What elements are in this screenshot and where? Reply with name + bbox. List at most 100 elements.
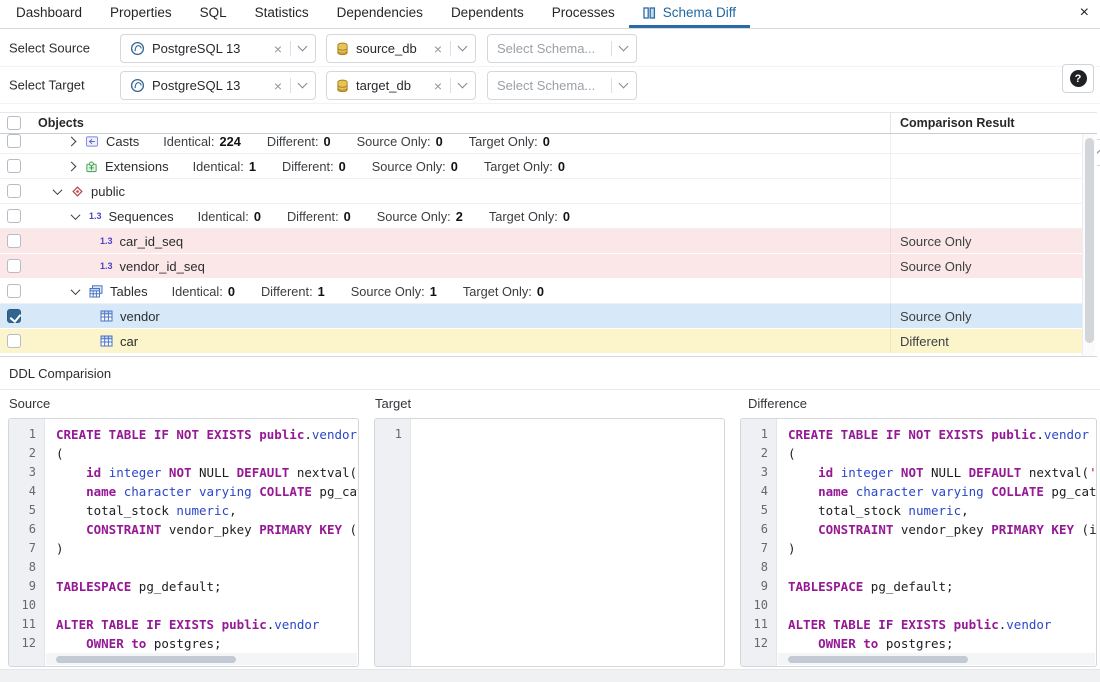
- expand-chevron-down-icon[interactable]: [53, 185, 63, 195]
- clear-icon[interactable]: ×: [434, 42, 442, 56]
- tab-list: Dashboard Properties SQL Statistics Dependen…: [2, 0, 750, 28]
- expand-chevron-down-icon[interactable]: [71, 285, 81, 295]
- source-database-select[interactable]: source_db ×: [326, 34, 476, 63]
- clear-icon[interactable]: ×: [274, 79, 282, 93]
- source-schema-select[interactable]: Select Schema...: [487, 34, 637, 63]
- line-number: 11: [741, 615, 776, 634]
- grid-row-vendor[interactable]: vendorSource Only: [0, 304, 1082, 329]
- difference-ddl-editor[interactable]: 123456789101112CREATE TABLE IF NOT EXIST…: [740, 418, 1097, 667]
- tab-label: SQL: [200, 5, 227, 20]
- grid-row-car[interactable]: carDifferent: [0, 329, 1082, 354]
- line-number: 6: [741, 520, 776, 539]
- comparison-result-cell: Different: [890, 329, 1082, 353]
- target-schema-select[interactable]: Select Schema...: [487, 71, 637, 100]
- line-number: 1: [9, 425, 44, 444]
- comparison-counts: Identical:0Different:0Source Only:2Targe…: [198, 209, 570, 224]
- count-source-only: Source Only:1: [351, 284, 437, 299]
- count-target-only: Target Only:0: [489, 209, 570, 224]
- row-checkbox[interactable]: [7, 234, 21, 248]
- line-number: 5: [9, 501, 44, 520]
- tab-properties[interactable]: Properties: [96, 0, 186, 28]
- chevron-down-icon[interactable]: [619, 79, 629, 89]
- divider: [290, 41, 291, 56]
- column-header-objects: Objects: [28, 116, 890, 130]
- grid-row-casts[interactable]: CastsIdentical:224Different:0Source Only…: [0, 134, 1082, 154]
- row-checkbox[interactable]: [7, 134, 21, 148]
- code-line: OWNER to postgres;: [56, 634, 358, 653]
- tab-dependencies[interactable]: Dependencies: [323, 0, 437, 28]
- code-line: TABLESPACE pg_default;: [56, 577, 358, 596]
- tab-dashboard[interactable]: Dashboard: [2, 0, 96, 28]
- scrollbar-thumb[interactable]: [1085, 138, 1094, 343]
- tab-sql[interactable]: SQL: [186, 0, 241, 28]
- grid-row-tables[interactable]: TablesIdentical:0Different:1Source Only:…: [0, 279, 1082, 304]
- row-checkbox[interactable]: [7, 209, 21, 223]
- code-line: [56, 596, 358, 615]
- row-checkbox[interactable]: [7, 159, 21, 173]
- tab-processes[interactable]: Processes: [538, 0, 629, 28]
- row-checkbox[interactable]: [7, 284, 21, 298]
- source-server-select[interactable]: PostgreSQL 13 ×: [120, 34, 316, 63]
- line-number: 7: [741, 539, 776, 558]
- clear-icon[interactable]: ×: [434, 79, 442, 93]
- scrollbar-thumb[interactable]: [788, 656, 968, 663]
- chevron-down-icon[interactable]: [619, 42, 629, 52]
- close-icon[interactable]: ×: [1080, 5, 1089, 21]
- code-area[interactable]: CREATE TABLE IF NOT EXISTS public.vendor…: [46, 419, 358, 666]
- tab-dependents[interactable]: Dependents: [437, 0, 538, 28]
- tab-statistics[interactable]: Statistics: [241, 0, 323, 28]
- code-line: CONSTRAINT vendor_pkey PRIMARY KEY (i: [788, 520, 1096, 539]
- node-label: Sequences: [109, 209, 174, 224]
- divider: [450, 78, 451, 93]
- table-icon: [100, 335, 113, 347]
- grid-header: Objects Comparison Result: [0, 113, 1097, 134]
- target-database-select[interactable]: target_db ×: [326, 71, 476, 100]
- target-pane-label: Target: [375, 396, 411, 411]
- count-different: Different:0: [282, 159, 346, 174]
- grid-row-extensions[interactable]: ExtensionsIdentical:1Different:0Source O…: [0, 154, 1082, 179]
- chevron-down-icon[interactable]: [298, 79, 308, 89]
- row-checkbox[interactable]: [7, 184, 21, 198]
- line-number: 1: [375, 425, 410, 444]
- target-server-select[interactable]: PostgreSQL 13 ×: [120, 71, 316, 100]
- code-area[interactable]: CREATE TABLE IF NOT EXISTS public.vendor…: [778, 419, 1096, 666]
- row-checkbox[interactable]: [7, 309, 21, 323]
- difference-pane-label: Difference: [748, 396, 807, 411]
- tab-label: Statistics: [255, 5, 309, 20]
- horizontal-scrollbar[interactable]: [46, 653, 357, 665]
- scrollbar-thumb[interactable]: [56, 656, 236, 663]
- grid-row-vendor_id_seq[interactable]: 1.3vendor_id_seqSource Only: [0, 254, 1082, 279]
- grid-row-car_id_seq[interactable]: 1.3car_id_seqSource Only: [0, 229, 1082, 254]
- source-ddl-editor[interactable]: 123456789101112CREATE TABLE IF NOT EXIST…: [8, 418, 359, 667]
- expand-chevron-right-icon[interactable]: [67, 161, 77, 171]
- row-checkbox[interactable]: [7, 259, 21, 273]
- grid-row-schema-public[interactable]: public: [0, 179, 1082, 204]
- row-checkbox[interactable]: [7, 334, 21, 348]
- expand-chevron-down-icon[interactable]: [71, 210, 81, 220]
- node-label: car_id_seq: [120, 234, 184, 249]
- chevron-down-icon[interactable]: [458, 79, 468, 89]
- tab-schema-diff[interactable]: Schema Diff: [629, 0, 750, 28]
- tab-label: Properties: [110, 5, 172, 20]
- clear-icon[interactable]: ×: [274, 42, 282, 56]
- code-line: ALTER TABLE IF EXISTS public.vendor: [788, 615, 1096, 634]
- code-area[interactable]: [412, 419, 724, 666]
- grid-row-sequences[interactable]: 1.3SequencesIdentical:0Different:0Source…: [0, 204, 1082, 229]
- count-target-only: Target Only:0: [484, 159, 565, 174]
- expand-chevron-right-icon[interactable]: [67, 136, 77, 146]
- select-all-checkbox[interactable]: [7, 116, 21, 130]
- casts-icon: [85, 135, 99, 148]
- chevron-down-icon[interactable]: [458, 42, 468, 52]
- node-label: Tables: [110, 284, 148, 299]
- count-different: Different:1: [261, 284, 325, 299]
- grid-vertical-scrollbar[interactable]: [1082, 134, 1095, 356]
- target-ddl-editor[interactable]: 1: [374, 418, 725, 667]
- target-server-value: PostgreSQL 13: [152, 78, 240, 93]
- code-line: [788, 558, 1096, 577]
- chevron-down-icon[interactable]: [298, 42, 308, 52]
- line-number: 12: [741, 634, 776, 653]
- code-line: CREATE TABLE IF NOT EXISTS public.vendor: [56, 425, 358, 444]
- line-number-gutter: 1: [375, 419, 411, 666]
- horizontal-scrollbar[interactable]: [778, 653, 1095, 665]
- target-schema-placeholder: Select Schema...: [497, 78, 595, 93]
